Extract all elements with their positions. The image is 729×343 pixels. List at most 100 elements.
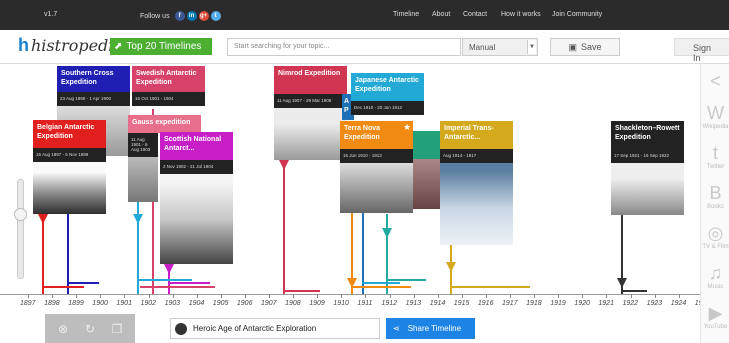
event-photo bbox=[611, 163, 684, 215]
event-photo bbox=[440, 163, 513, 245]
axis-tick bbox=[28, 294, 29, 298]
event-marker[interactable] bbox=[617, 278, 627, 288]
nav-join-community[interactable]: Join Community bbox=[552, 11, 602, 18]
axis-year-label: 1916 bbox=[477, 300, 494, 307]
axis-year-label: 1912 bbox=[381, 300, 398, 307]
axis-year-label: 1902 bbox=[140, 300, 157, 307]
axis-year-label: 1904 bbox=[188, 300, 205, 307]
axis-year-label: 1923 bbox=[646, 300, 663, 307]
duration-bar bbox=[362, 282, 400, 284]
share-icon: ⋖ bbox=[393, 324, 400, 333]
event-marker[interactable] bbox=[38, 214, 48, 224]
zoom-slider[interactable] bbox=[14, 179, 27, 279]
axis-tick bbox=[534, 294, 536, 298]
sidebar-books[interactable]: B Books bbox=[701, 182, 729, 210]
save-label: Save bbox=[581, 42, 602, 52]
axis-tick bbox=[244, 294, 246, 298]
axis-year-label: 1905 bbox=[212, 300, 229, 307]
copy-icon[interactable]: ❐ bbox=[108, 320, 126, 338]
axis-tick bbox=[365, 294, 367, 298]
event-title: Southern Cross Expedition bbox=[57, 66, 130, 92]
event-photo bbox=[274, 108, 347, 160]
event-pin bbox=[283, 159, 285, 294]
axis-tick bbox=[654, 294, 656, 298]
youtube-icon: ▶ bbox=[708, 303, 723, 323]
event-marker[interactable] bbox=[279, 160, 289, 170]
event-marker[interactable] bbox=[382, 228, 392, 238]
axis-tick bbox=[317, 294, 319, 298]
axis-year-label: 1906 bbox=[236, 300, 253, 307]
event-title: Scottish National Antarct... bbox=[160, 132, 233, 160]
duration-bar bbox=[450, 286, 530, 288]
share-label: Share Timeline bbox=[407, 324, 462, 333]
sidebar-music[interactable]: ♫ Music bbox=[701, 262, 729, 290]
nav-contact[interactable]: Contact bbox=[463, 11, 487, 18]
refresh-icon[interactable]: ↻ bbox=[81, 320, 99, 338]
duration-bar bbox=[351, 286, 411, 288]
timeline-title-field[interactable]: Heroic Age of Antarctic Exploration bbox=[170, 318, 380, 339]
event-dates: 16 Aug 1897 - 5 Nov 1899 bbox=[33, 148, 106, 162]
nav-timeline[interactable]: Timeline bbox=[393, 11, 419, 18]
facebook-icon[interactable]: f bbox=[174, 11, 185, 21]
axis-year-label: 1919 bbox=[550, 300, 566, 307]
close-icon[interactable]: ⊗ bbox=[54, 320, 72, 338]
axis-tick bbox=[485, 294, 487, 298]
sidebar-back[interactable]: < bbox=[701, 70, 729, 92]
star-icon[interactable]: ★ bbox=[403, 122, 411, 133]
follow-us: Follow us f in g+ t bbox=[140, 11, 221, 21]
event-dates: Aug 1914 - 1917 bbox=[440, 149, 513, 163]
sidebar-twitter[interactable]: t Twitter bbox=[701, 142, 729, 170]
event-dates: 15 Jun 1910 - 1913 bbox=[340, 149, 413, 163]
sidebar-wikipedia[interactable]: W Wikipedia bbox=[701, 102, 729, 130]
duration-bar bbox=[621, 290, 647, 292]
event-marker[interactable] bbox=[164, 264, 174, 274]
nav-about[interactable]: About bbox=[432, 11, 450, 18]
sidebar-youtube[interactable]: ▶ YouTube bbox=[701, 302, 729, 330]
event-title: Gauss expedition bbox=[128, 115, 201, 133]
axis-year-label: 1907 bbox=[261, 300, 277, 307]
zoom-handle[interactable] bbox=[14, 208, 27, 221]
axis-tick bbox=[196, 294, 198, 298]
event-dates: 23 Aug 1898 - 1 Apr 1900 bbox=[57, 92, 130, 106]
books-icon: B bbox=[709, 183, 722, 203]
header: h histropedia ⬈ Top 20 Timelines Start s… bbox=[0, 30, 729, 64]
top-bar: v1.7 Follow us f in g+ t Timeline About … bbox=[0, 0, 729, 30]
duration-bar bbox=[168, 282, 210, 284]
save-button[interactable]: ▣ Save bbox=[550, 38, 620, 56]
signin-button[interactable]: Sign In bbox=[674, 38, 729, 63]
timeline-canvas[interactable]: Southern Cross Expedition 23 Aug 1898 - … bbox=[0, 64, 700, 294]
axis-year-label: 1917 bbox=[502, 300, 518, 307]
axis-tick bbox=[148, 294, 150, 298]
axis-tick bbox=[124, 294, 126, 298]
logo[interactable]: h histropedia bbox=[18, 35, 123, 56]
axis-tick bbox=[510, 294, 511, 298]
duration-bar bbox=[140, 286, 215, 288]
axis-year-label: 1908 bbox=[285, 300, 301, 307]
wikipedia-icon: W bbox=[707, 103, 724, 123]
event-photo bbox=[340, 163, 413, 213]
sidebar-label: Wikipedia bbox=[702, 124, 729, 130]
linkedin-icon[interactable]: in bbox=[186, 11, 197, 21]
top20-button[interactable]: ⬈ Top 20 Timelines bbox=[110, 38, 212, 55]
sidebar-tv-film[interactable]: ◎ TV & Film bbox=[701, 222, 729, 250]
axis-year-label: 1910 bbox=[333, 300, 349, 307]
axis-tick bbox=[341, 294, 343, 298]
search-input[interactable]: Start searching for your topic... bbox=[227, 38, 461, 56]
media-sidebar: < W Wikipedia t Twitter B Books ◎ TV & Film … bbox=[700, 64, 729, 343]
nav-how-it-works[interactable]: How it works bbox=[501, 11, 541, 18]
chevron-down-icon[interactable]: ▼ bbox=[527, 40, 536, 54]
google-plus-icon[interactable]: g+ bbox=[198, 11, 209, 21]
share-timeline-button[interactable]: ⋖ Share Timeline bbox=[386, 318, 475, 339]
mode-value: Manual bbox=[469, 43, 496, 52]
event-dates: 17 Sep 1921 - 16 Sep 1922 bbox=[611, 149, 684, 163]
twitter-icon[interactable]: t bbox=[210, 11, 221, 21]
mode-select[interactable]: Manual ▼ bbox=[462, 38, 538, 56]
year-axis[interactable]: 1897 1898 1899 1900 1901 1902 1903 1904 1905 1906… bbox=[0, 294, 710, 314]
axis-line bbox=[0, 294, 700, 295]
event-marker[interactable] bbox=[446, 262, 456, 272]
event-marker[interactable] bbox=[133, 214, 143, 224]
duration-bar bbox=[67, 282, 99, 284]
axis-tick bbox=[172, 294, 174, 298]
axis-year-label: 1903 bbox=[164, 300, 181, 307]
axis-tick bbox=[461, 294, 463, 298]
